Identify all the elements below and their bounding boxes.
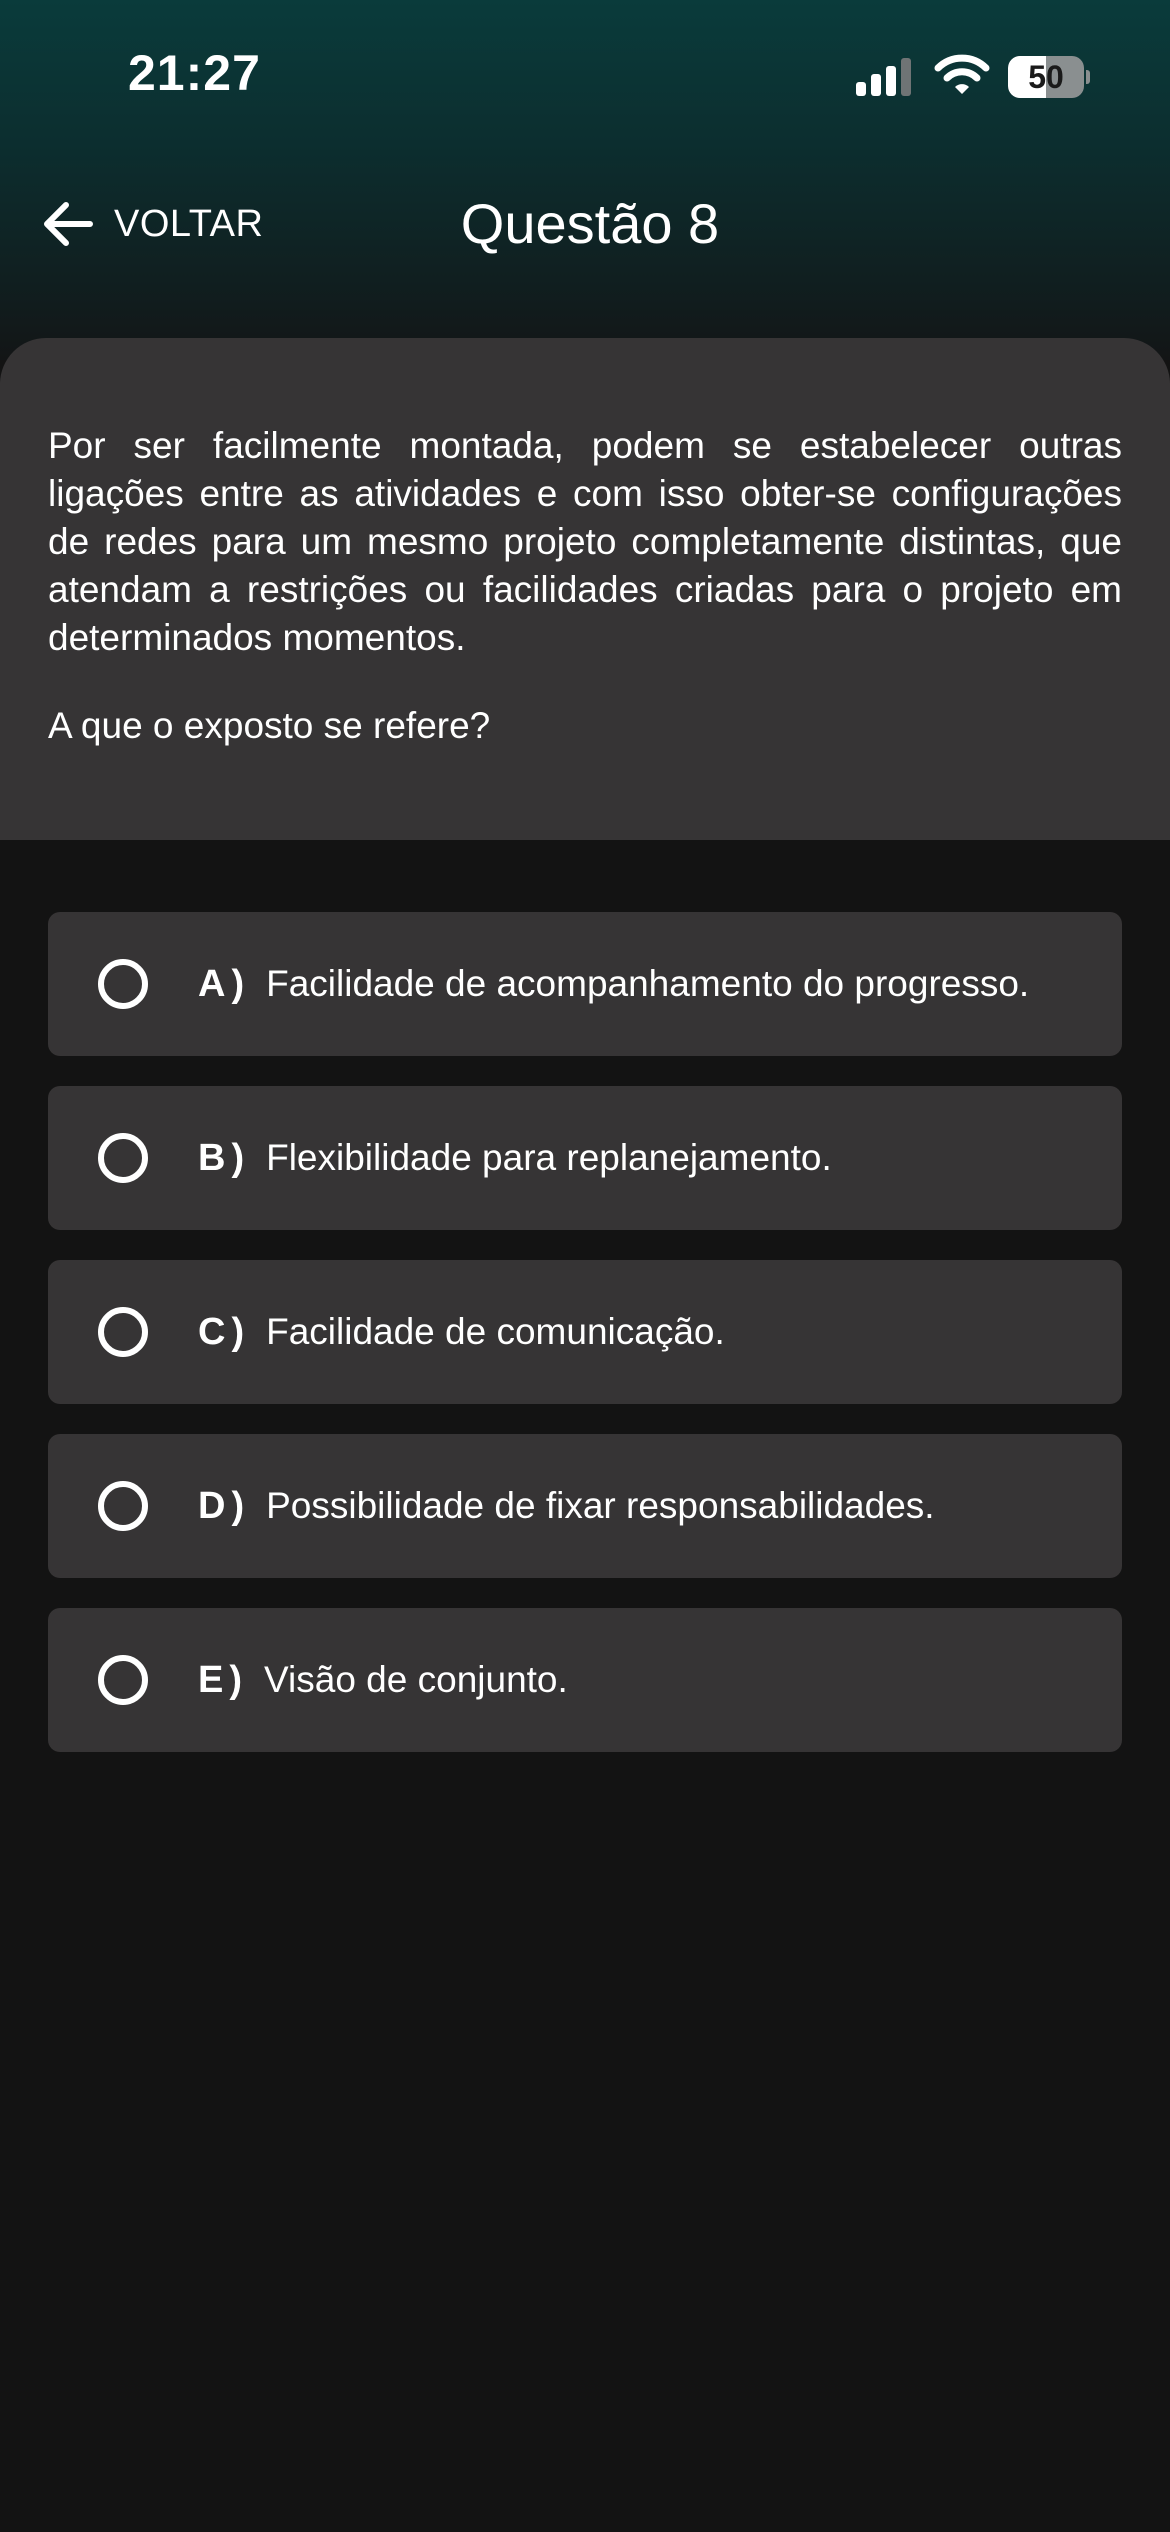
radio-button-icon[interactable] bbox=[98, 1307, 148, 1357]
option-paren: ) bbox=[231, 1484, 245, 1527]
question-text: Por ser facilmente montada, podem se est… bbox=[48, 425, 1122, 658]
option-letter: D bbox=[198, 1484, 226, 1527]
app-header: 21:27 50 VOLTAR Questão 8 bbox=[0, 0, 1170, 360]
option-c[interactable]: C ) Facilidade de comunicação. bbox=[48, 1260, 1122, 1404]
option-text: Possibilidade de fixar responsabilidades… bbox=[266, 1485, 935, 1526]
option-paren: ) bbox=[231, 962, 245, 1005]
option-b[interactable]: B ) Flexibilidade para replanejamento. bbox=[48, 1086, 1122, 1230]
option-text: Facilidade de acompanhamento do progress… bbox=[266, 963, 1030, 1004]
option-letter: B bbox=[198, 1136, 226, 1179]
page-title: Questão 8 bbox=[460, 192, 720, 255]
question-card: Por ser facilmente montada, podem se est… bbox=[0, 338, 1170, 840]
wifi-icon bbox=[934, 54, 990, 94]
radio-button-icon[interactable] bbox=[98, 1481, 148, 1531]
radio-button-icon[interactable] bbox=[98, 959, 148, 1009]
battery-icon: 50 bbox=[1008, 56, 1090, 98]
option-d[interactable]: D ) Possibilidade de fixar responsabilid… bbox=[48, 1434, 1122, 1578]
option-letter: E bbox=[198, 1658, 224, 1701]
option-a[interactable]: A ) Facilidade de acompanhamento do prog… bbox=[48, 912, 1122, 1056]
radio-button-icon[interactable] bbox=[98, 1133, 148, 1183]
option-text: Flexibilidade para replanejamento. bbox=[266, 1137, 832, 1178]
status-time: 21:27 bbox=[128, 45, 261, 101]
option-letter: A bbox=[198, 962, 226, 1005]
cellular-signal-icon bbox=[856, 58, 916, 96]
answer-options: A ) Facilidade de acompanhamento do prog… bbox=[48, 912, 1122, 1782]
battery-percentage: 50 bbox=[1028, 59, 1064, 95]
option-e[interactable]: E ) Visão de conjunto. bbox=[48, 1608, 1122, 1752]
option-letter: C bbox=[198, 1310, 226, 1353]
option-text: Visão de conjunto. bbox=[264, 1659, 568, 1700]
option-paren: ) bbox=[231, 1310, 245, 1353]
option-text: Facilidade de comunicação. bbox=[266, 1311, 725, 1352]
option-paren: ) bbox=[231, 1136, 245, 1179]
question-prompt: A que o exposto se refere? bbox=[48, 705, 491, 746]
radio-button-icon[interactable] bbox=[98, 1655, 148, 1705]
option-paren: ) bbox=[229, 1658, 243, 1701]
